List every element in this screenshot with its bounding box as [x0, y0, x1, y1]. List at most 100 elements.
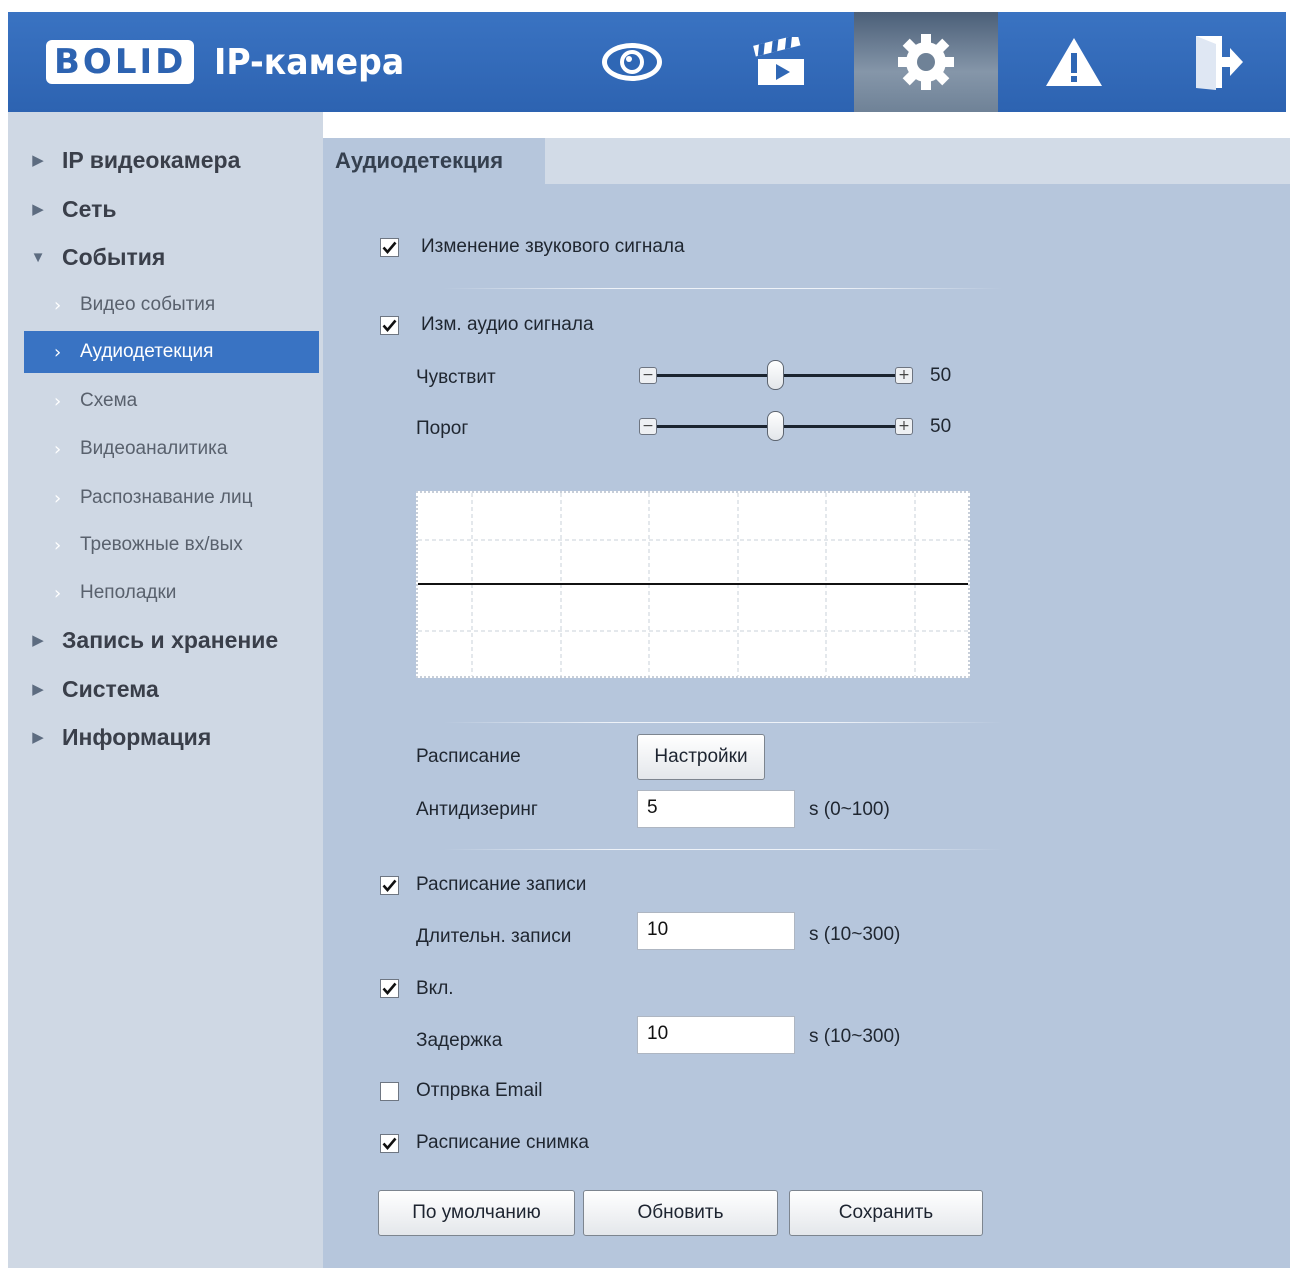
send-email-checkbox[interactable] [380, 1082, 399, 1101]
chevron-right-icon: › [54, 534, 62, 556]
snapshot-schedule-checkbox[interactable] [380, 1134, 399, 1153]
threshold-value: 50 [930, 416, 952, 437]
expand-arrow-icon: ▶ [32, 152, 44, 169]
antidither-range: s (0~100) [809, 799, 890, 820]
chevron-right-icon: › [54, 582, 62, 604]
gear-icon [898, 34, 954, 90]
expand-arrow-icon: ▶ [32, 729, 44, 746]
delay-range: s (10~300) [809, 1026, 901, 1047]
sidebar: ▶ IP видеокамера ▶ Сеть ▼ События › Виде… [8, 112, 323, 1268]
threshold-plus-button[interactable]: + [895, 418, 913, 435]
enable-checkbox[interactable] [380, 979, 399, 998]
send-email-label: Отпрвка Email [416, 1080, 543, 1101]
checkmark-icon [382, 982, 397, 995]
sidebar-section-events[interactable]: ▼ События [8, 237, 323, 277]
expand-arrow-icon: ▶ [32, 201, 44, 218]
sidebar-item-label: Видеоаналитика [80, 438, 228, 459]
nav-alarm-button[interactable] [1002, 12, 1146, 112]
sidebar-item-video-analytics[interactable]: › Видеоаналитика [24, 428, 319, 470]
record-duration-range: s (10~300) [809, 924, 901, 945]
sensitivity-slider-thumb[interactable] [767, 360, 784, 390]
antidither-input[interactable]: 5 [637, 790, 795, 828]
delay-input[interactable]: 10 [637, 1016, 795, 1054]
sidebar-item-video-events[interactable]: › Видео события [24, 284, 319, 326]
antidither-label: Антидизеринг [416, 799, 538, 820]
sidebar-item-label: Аудиодетекция [80, 341, 214, 362]
warning-icon [1046, 38, 1102, 86]
record-schedule-checkbox[interactable] [380, 876, 399, 895]
sensitivity-plus-button[interactable]: + [895, 367, 913, 384]
chevron-right-icon: › [54, 390, 62, 412]
nav-live-view-button[interactable] [560, 12, 704, 112]
sensitivity-minus-button[interactable]: − [639, 367, 657, 384]
expand-arrow-icon: ▶ [32, 681, 44, 698]
chevron-right-icon: › [54, 438, 62, 460]
delay-label: Задержка [416, 1030, 503, 1051]
nav-playback-button[interactable] [708, 12, 852, 112]
sidebar-section-label: Система [62, 675, 159, 702]
divider [443, 288, 1003, 289]
checkmark-icon [382, 241, 397, 254]
sidebar-section-system[interactable]: ▶ Система [8, 669, 323, 709]
audio-change-label: Изм. аудио сигнала [421, 314, 594, 335]
sensitivity-label: Чувствит [416, 367, 496, 388]
schedule-settings-button[interactable]: Настройки [637, 734, 765, 780]
sidebar-item-abnormality[interactable]: › Неполадки [24, 572, 319, 614]
sound-change-label: Изменение звукового сигнала [421, 236, 685, 257]
sidebar-item-alarm-io[interactable]: › Тревожные вх/вых [24, 524, 319, 566]
sidebar-item-label: Видео события [80, 294, 216, 315]
refresh-button[interactable]: Обновить [583, 1190, 778, 1236]
sidebar-section-label: Сеть [62, 195, 117, 222]
clapperboard-icon [753, 37, 804, 85]
sidebar-item-face-recognition[interactable]: › Распознавание лиц [24, 477, 319, 519]
checkmark-icon [382, 1137, 397, 1150]
checkmark-icon [382, 319, 397, 332]
logo: BOLID IP-камера [46, 40, 421, 84]
default-button[interactable]: По умолчанию [378, 1190, 575, 1236]
chevron-right-icon: › [54, 341, 62, 363]
sidebar-item-label: Схема [80, 390, 138, 411]
sound-change-checkbox[interactable] [380, 238, 399, 257]
record-duration-input[interactable]: 10 [637, 912, 795, 950]
sidebar-section-information[interactable]: ▶ Информация [8, 717, 323, 757]
expand-arrow-icon: ▶ [32, 632, 44, 649]
sidebar-item-label: Распознавание лиц [80, 487, 253, 508]
logout-icon [1196, 36, 1243, 90]
nav-logout-button[interactable] [1146, 12, 1290, 112]
app-title: IP-камера [214, 41, 405, 83]
nav-settings-button[interactable] [854, 12, 998, 112]
audio-change-checkbox[interactable] [380, 316, 399, 335]
chevron-right-icon: › [54, 487, 62, 509]
sidebar-section-label: Запись и хранение [62, 626, 279, 653]
top-header: BOLID IP-камера [8, 12, 1286, 112]
audio-graph-grid [418, 493, 968, 676]
settings-panel: Аудиодетекция Изменение звукового сигнал… [323, 138, 1290, 1268]
divider [443, 722, 1003, 723]
threshold-label: Порог [416, 418, 469, 439]
record-schedule-label: Расписание записи [416, 874, 587, 895]
chevron-right-icon: › [54, 294, 62, 316]
collapse-arrow-icon: ▼ [30, 248, 46, 266]
record-duration-label: Длительн. записи [416, 926, 572, 947]
enable-label: Вкл. [416, 978, 454, 999]
sidebar-section-label: IP видеокамера [62, 146, 241, 173]
tab-audio-detection[interactable]: Аудиодетекция [323, 138, 545, 184]
sidebar-item-audio-detection[interactable]: › Аудиодетекция [24, 331, 319, 373]
threshold-slider-thumb[interactable] [767, 411, 784, 441]
sidebar-section-label: События [62, 243, 166, 270]
audio-level-graph [416, 491, 970, 678]
threshold-minus-button[interactable]: − [639, 418, 657, 435]
sensitivity-value: 50 [930, 365, 952, 386]
schedule-label: Расписание [416, 746, 521, 767]
save-button[interactable]: Сохранить [789, 1190, 983, 1236]
eye-icon [602, 43, 662, 81]
checkmark-icon [382, 879, 397, 892]
sidebar-section-ip-camera[interactable]: ▶ IP видеокамера [8, 140, 323, 180]
sidebar-section-label: Информация [62, 723, 212, 750]
divider [443, 849, 1003, 850]
sidebar-section-storage[interactable]: ▶ Запись и хранение [8, 620, 323, 660]
sidebar-item-label: Неполадки [80, 582, 177, 603]
sidebar-section-network[interactable]: ▶ Сеть [8, 189, 323, 229]
sidebar-item-scheme[interactable]: › Схема [24, 380, 319, 422]
sidebar-item-label: Тревожные вх/вых [80, 534, 243, 555]
